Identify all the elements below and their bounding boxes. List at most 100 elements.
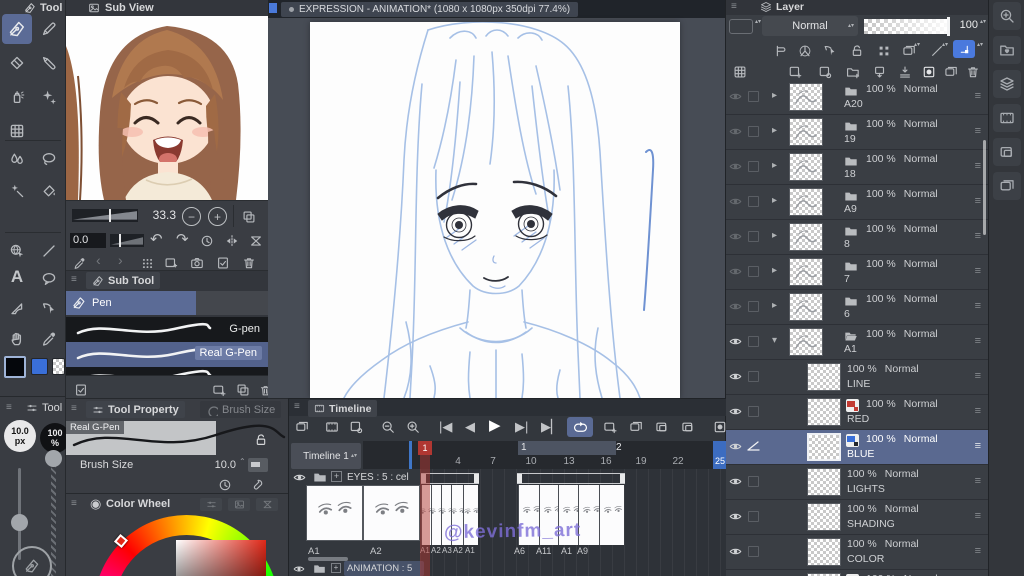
color-wheel-menu-icon[interactable]: ≡ <box>71 499 77 509</box>
sub-tool-item-gpen[interactable]: G-pen <box>66 317 268 342</box>
chevron-right-icon[interactable]: ▸ <box>772 125 777 136</box>
timeline-zoom-in-icon[interactable] <box>406 420 420 434</box>
layer-menu-icon[interactable]: ≡ <box>975 230 981 242</box>
layer-visibility-eye[interactable] <box>729 510 742 523</box>
layer-visibility-eye[interactable] <box>729 160 742 173</box>
layer-visibility-eye[interactable] <box>729 195 742 208</box>
animation-panel-icon[interactable] <box>993 104 1021 132</box>
brush-tool[interactable] <box>38 52 60 74</box>
rotate-left-icon[interactable]: ↶ <box>150 230 163 248</box>
next-frame-button[interactable]: ▶| <box>515 420 528 433</box>
zoom-in-button[interactable]: + <box>208 207 227 226</box>
layer-visibility-eye[interactable] <box>729 370 742 383</box>
layer-palette-color-icon[interactable] <box>729 19 753 34</box>
canvas[interactable] <box>310 22 680 398</box>
layer-menu-icon[interactable]: ≡ <box>975 265 981 277</box>
layer-thumbnail[interactable] <box>807 503 841 531</box>
new-timeline-icon[interactable] <box>325 420 339 434</box>
layer-row[interactable]: ▸ 100 %Normal 7 ≡ <box>726 255 988 290</box>
operation-tool[interactable] <box>6 240 28 262</box>
layer-checkbox[interactable] <box>748 266 759 277</box>
layer-checkbox[interactable] <box>748 231 759 242</box>
zoom-out-button[interactable]: − <box>182 207 201 226</box>
layer-checkbox[interactable] <box>748 301 759 312</box>
layer-row-selected[interactable]: 100 %Normal BLUE ≡ <box>726 430 988 465</box>
set-as-editing-target-icon[interactable] <box>953 40 975 58</box>
layer-checkbox[interactable] <box>748 336 759 347</box>
lock-transparent-pixels-icon[interactable] <box>873 40 895 62</box>
layer-row[interactable]: ▾ 100 %Normal A1 ≡ <box>726 325 988 360</box>
chevron-right-icon[interactable]: ▸ <box>772 265 777 276</box>
timeline-selector[interactable]: Timeline 1 ▴▾ <box>291 443 361 469</box>
material-favorites-panel-icon[interactable] <box>993 36 1021 64</box>
flip-horizontal-icon[interactable] <box>221 230 243 252</box>
layer-thumbnail[interactable] <box>789 223 823 251</box>
chevron-right-icon[interactable]: ▸ <box>772 160 777 171</box>
specify-cel-icon[interactable] <box>629 420 643 434</box>
subview-switch-icon[interactable] <box>238 206 260 228</box>
layer-row[interactable]: ▸ 100 %Normal A9 ≡ <box>726 185 988 220</box>
onion-skin-icon[interactable] <box>655 420 669 434</box>
color-wheel-widget[interactable] <box>66 513 288 576</box>
loop-play-button[interactable] <box>567 417 593 437</box>
opacity-slider[interactable] <box>864 19 950 34</box>
layer-menu-icon[interactable]: ≡ <box>975 405 981 417</box>
clip-to-layer-below-icon[interactable] <box>769 40 791 62</box>
layer-checkbox[interactable] <box>748 476 759 487</box>
track-visibility-eye[interactable] <box>293 471 306 484</box>
timeline-zoom-out-icon[interactable] <box>381 420 395 434</box>
quick-search-panel-icon[interactable] <box>993 2 1021 30</box>
layer-menu-icon[interactable]: ≡ <box>975 545 981 557</box>
timeline-graph-icon[interactable] <box>295 420 309 434</box>
editing-target-spinner[interactable]: ▴▾ <box>977 43 983 48</box>
next-page-icon[interactable]: › <box>118 252 123 268</box>
layer-menu-icon[interactable]: ≡ <box>975 125 981 137</box>
layer-thumbnail[interactable] <box>789 153 823 181</box>
opacity-slider-knob[interactable] <box>45 450 62 467</box>
layer-menu-icon[interactable]: ≡ <box>975 90 981 102</box>
track-folder-icon[interactable] <box>313 470 327 484</box>
decoration-tool[interactable] <box>38 86 60 108</box>
auto-select-tool[interactable] <box>6 180 28 202</box>
gradient-tool[interactable] <box>6 212 28 234</box>
chevron-right-icon[interactable]: ▸ <box>772 90 777 101</box>
enable-keyframes-icon[interactable] <box>794 40 816 62</box>
sub-tool-tab[interactable]: Sub Tool <box>86 272 160 289</box>
layer-thumbnail[interactable] <box>789 83 823 111</box>
track-visibility-eye[interactable] <box>293 563 305 575</box>
layer-visibility-eye[interactable] <box>729 475 742 488</box>
clip-extent-bar[interactable] <box>517 473 625 484</box>
chevron-right-icon[interactable]: ▸ <box>772 230 777 241</box>
sub-color-swatch[interactable] <box>31 358 48 375</box>
layer-row[interactable]: ▸ 100 %Normal 6 ≡ <box>726 290 988 325</box>
layer-visibility-eye[interactable] <box>729 125 742 138</box>
layer-checkbox[interactable] <box>748 126 759 137</box>
eyedropper-tool[interactable] <box>38 328 60 350</box>
ruler-spinner[interactable]: ▴▾ <box>942 43 948 48</box>
chevron-right-icon[interactable]: ▸ <box>772 195 777 206</box>
layer-thumbnail[interactable] <box>807 363 841 391</box>
sub-tool-group-pen[interactable]: Pen <box>66 291 196 315</box>
timeline-menu-icon[interactable]: ≡ <box>294 402 300 412</box>
layer-visibility-eye[interactable] <box>729 300 742 313</box>
layer-visibility-eye[interactable] <box>729 440 742 453</box>
layer-menu-icon[interactable]: ≡ <box>975 160 981 172</box>
playhead-marker[interactable]: 1 <box>418 441 432 455</box>
timeline-tab[interactable]: Timeline <box>308 400 377 417</box>
color-set-tab-icon[interactable] <box>228 498 250 511</box>
transparent-color-swatch[interactable] <box>52 358 65 375</box>
layer-visibility-eye[interactable] <box>729 335 742 348</box>
layer-menu-icon[interactable]: ≡ <box>975 370 981 382</box>
chevron-right-icon[interactable]: ▸ <box>772 300 777 311</box>
layer-menu-icon[interactable]: ≡ <box>975 195 981 207</box>
layer-menu-icon[interactable]: ≡ <box>975 510 981 522</box>
last-frame-button[interactable]: ▶▏ <box>541 420 561 433</box>
lock-open-icon[interactable] <box>250 429 272 451</box>
layer-list-scrollbar[interactable] <box>983 140 986 235</box>
fit-to-screen-icon[interactable] <box>245 230 267 252</box>
airbrush-tool[interactable] <box>6 86 28 108</box>
track-folder-icon[interactable] <box>313 562 326 575</box>
brush-size-value[interactable]: 10.0 <box>206 459 236 471</box>
sub-view-panel-header[interactable]: Sub View <box>66 0 268 16</box>
reset-rotation-icon[interactable] <box>196 230 218 252</box>
